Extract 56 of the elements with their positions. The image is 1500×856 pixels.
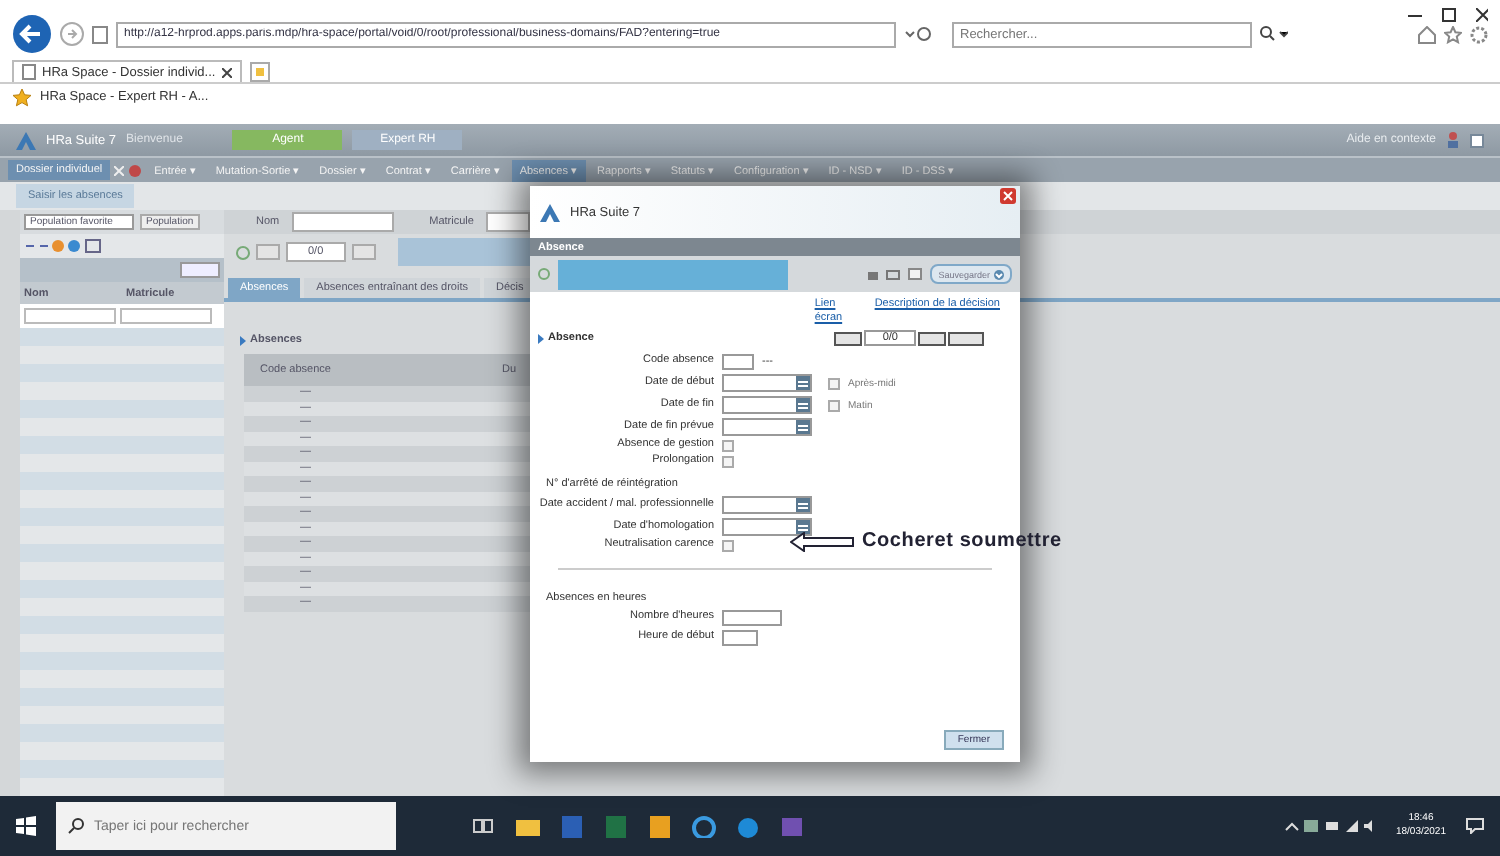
expand-icon[interactable] bbox=[538, 333, 544, 343]
search-field[interactable] bbox=[291, 212, 394, 232]
date-field[interactable] bbox=[722, 374, 812, 392]
filter-field[interactable] bbox=[24, 308, 116, 324]
input-field[interactable] bbox=[722, 354, 754, 370]
checkbox[interactable] bbox=[828, 399, 840, 411]
checkbox[interactable] bbox=[722, 540, 734, 552]
checkbox[interactable] bbox=[722, 456, 734, 468]
input-field[interactable] bbox=[722, 610, 782, 626]
toolbar-icons-drawing[interactable] bbox=[24, 238, 104, 254]
help-icon[interactable] bbox=[1470, 133, 1484, 147]
close-icon[interactable] bbox=[1476, 7, 1488, 21]
page-size-select[interactable] bbox=[180, 262, 220, 278]
checkbox[interactable] bbox=[722, 440, 734, 452]
calendar-icon bbox=[796, 498, 810, 512]
first-page-icon[interactable] bbox=[834, 331, 863, 345]
page-icon bbox=[92, 25, 108, 43]
next-page-icon[interactable] bbox=[918, 331, 946, 345]
calendar-icon bbox=[796, 376, 810, 390]
checkbox[interactable] bbox=[828, 377, 840, 389]
filter-field[interactable] bbox=[120, 308, 212, 324]
calendar-icon bbox=[796, 420, 810, 434]
search-icon bbox=[68, 818, 84, 834]
notification-icon[interactable] bbox=[1466, 818, 1484, 834]
calendar-icon bbox=[796, 398, 810, 412]
caret-icon bbox=[994, 269, 1004, 279]
new-tab-icon[interactable] bbox=[249, 62, 270, 82]
date-field[interactable] bbox=[722, 496, 812, 514]
calendar-icon bbox=[796, 520, 810, 534]
input-field[interactable] bbox=[722, 630, 758, 646]
folder-icon[interactable] bbox=[516, 815, 540, 837]
page-icon bbox=[22, 64, 36, 80]
user-icon[interactable] bbox=[1446, 132, 1460, 148]
favorites-star-icon bbox=[12, 87, 32, 107]
tray-icons-drawing[interactable] bbox=[1283, 818, 1376, 834]
last-page-icon[interactable] bbox=[948, 331, 984, 345]
windows-icon[interactable] bbox=[16, 816, 36, 836]
task-view-icon[interactable] bbox=[472, 815, 496, 837]
forward-icon[interactable] bbox=[60, 22, 84, 46]
maximize-icon[interactable] bbox=[1442, 7, 1456, 21]
arrow-icon bbox=[790, 531, 854, 551]
search-icon[interactable] bbox=[1260, 26, 1288, 42]
close-icon[interactable] bbox=[221, 67, 232, 77]
expand-icon[interactable] bbox=[240, 335, 246, 345]
date-field[interactable] bbox=[722, 518, 812, 536]
star-icon[interactable] bbox=[1444, 25, 1462, 43]
refresh-icon[interactable] bbox=[904, 26, 932, 42]
search-field[interactable] bbox=[485, 212, 530, 232]
logo-icon bbox=[540, 203, 560, 221]
annotation-text: Cocheret soumettre bbox=[862, 530, 1062, 552]
logo-icon bbox=[16, 131, 36, 149]
add-icon[interactable] bbox=[236, 245, 250, 259]
back-icon[interactable] bbox=[12, 14, 52, 54]
date-field[interactable] bbox=[722, 396, 812, 414]
date-field[interactable] bbox=[722, 418, 812, 436]
add-icon[interactable] bbox=[538, 268, 550, 280]
